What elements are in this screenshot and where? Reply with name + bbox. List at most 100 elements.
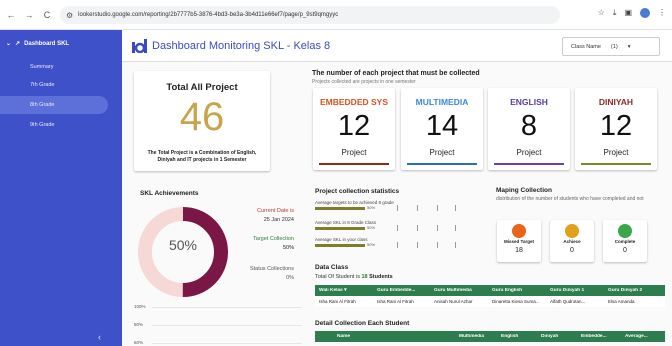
mapping-value: 18 <box>515 247 523 254</box>
gridline <box>152 325 302 326</box>
project-card: MULTIMEDIA 14 Project <box>401 88 483 170</box>
class-name-filter[interactable]: Class Name (1) ▾ <box>562 37 660 56</box>
data-class-subtitle: Total Of Student is 18 Students <box>315 274 393 280</box>
table-cell: Isha Rani Al Fitrah <box>319 299 356 304</box>
project-card: ENGLISH 8 Project <box>488 88 570 170</box>
projects-subtitle: Projects collected are projects in one s… <box>312 79 416 85</box>
project-label: Project <box>603 148 629 157</box>
reload-icon[interactable]: C <box>40 10 54 20</box>
column-header[interactable]: Guru Multimedia <box>430 288 488 293</box>
project-label: Project <box>341 148 367 157</box>
sidebar-header[interactable]: ⌄ ↗ Dashboard SKL <box>6 40 69 48</box>
target-label: Target Collection <box>253 236 294 242</box>
address-bar[interactable]: ⚙ lookerstudio.google.com/reporting/2b77… <box>60 6 560 24</box>
status-badge-icon <box>565 224 579 238</box>
table-header: Wali Kelas ▾ Guru Embedde... Guru Multimed… <box>315 285 665 296</box>
sidebar-item-summary[interactable]: Summary <box>0 58 108 76</box>
report-canvas: Dashboard Monitoring SKL - Kelas 8 Class… <box>122 30 672 346</box>
mapping-card: Missed Target 18 <box>497 220 541 262</box>
mapping-subtitle: distribution of the number of students w… <box>496 196 644 202</box>
menu-dots-icon[interactable]: ⋮ <box>658 8 666 18</box>
column-header[interactable]: English <box>497 334 537 339</box>
column-header[interactable]: Embedde... <box>577 334 621 339</box>
sidebar-item-label: 7th Grade <box>30 82 55 88</box>
column-header[interactable]: Guru Diniyah 1 <box>546 288 604 293</box>
detail-table: Name Multimedia English Diniyah Embedde... Av… <box>315 331 665 342</box>
bar-tick <box>455 205 456 211</box>
mapping-label: Achiece <box>563 239 581 244</box>
sidebar-item-label: Summary <box>30 64 54 70</box>
download-icon[interactable]: ⤓ <box>613 8 617 18</box>
project-label: Project <box>516 148 542 157</box>
bar-tick <box>455 242 456 248</box>
dashboard-logo-icon <box>132 39 147 53</box>
column-header[interactable]: Guru Diniyah 2 <box>604 288 665 293</box>
table-cell: Dinaretta Kiesa Suma... <box>492 299 540 304</box>
project-accent-bar <box>494 163 564 165</box>
column-header[interactable]: Diniyah <box>537 334 577 339</box>
total-description: The Total Project is a Combination of En… <box>147 150 257 163</box>
data-class-table: Wali Kelas ▾ Guru Embedde... Guru Multimed… <box>315 285 665 307</box>
bar-tick <box>417 225 418 231</box>
bookmark-star-icon[interactable]: ☆ <box>598 8 605 18</box>
stat-bar <box>315 207 365 210</box>
filter-value: (1) <box>610 43 618 50</box>
achievements-title: SKL Achievements <box>140 190 199 197</box>
bar-tick <box>397 225 398 231</box>
total-project-card: Total All Project 46 The Total Project i… <box>134 71 270 171</box>
table-cell: Isha Rani Al Fitrah <box>377 299 414 304</box>
target-value: 50% <box>282 245 294 251</box>
project-accent-bar <box>319 163 389 165</box>
column-header[interactable]: Name <box>315 334 455 339</box>
mapping-card: Achiece 0 <box>550 220 594 262</box>
profile-avatar[interactable] <box>640 8 650 18</box>
project-card: EMBEDDED SYS 12 Project <box>313 88 395 170</box>
y-tick: 100% <box>134 304 146 309</box>
column-header[interactable]: Wali Kelas ▾ <box>315 288 373 293</box>
mapping-label: Missed Target <box>504 239 534 244</box>
projects-title: The number of each project that must be … <box>312 70 480 77</box>
stat-percent: 50% <box>367 225 376 230</box>
bar-tick <box>437 225 438 231</box>
project-count: 12 <box>599 110 633 142</box>
achievement-percent: 50% <box>168 237 198 253</box>
stat-bar <box>315 227 365 230</box>
project-label: Project <box>429 148 455 157</box>
forward-icon[interactable]: → <box>22 10 36 20</box>
table-cell: Alfath Qudrotan... <box>550 299 586 304</box>
project-name: ENGLISH <box>510 97 548 107</box>
project-count: 8 <box>520 110 538 142</box>
browser-toolbar: ← → C ⚙ lookerstudio.google.com/reportin… <box>0 0 672 30</box>
report-header: Dashboard Monitoring SKL - Kelas 8 Class… <box>122 30 672 62</box>
status-label: Status Collections <box>249 266 294 272</box>
column-header[interactable]: Average... <box>621 334 665 339</box>
y-tick: 60% <box>134 340 144 345</box>
column-header[interactable]: Guru English <box>488 288 546 293</box>
table-cell: Anisah Nurul Azhar <box>434 299 473 304</box>
sidebar-collapse-button[interactable]: ‹ <box>98 332 101 342</box>
sidebar-item-9th-grade[interactable]: 9th Grade <box>0 116 108 134</box>
column-header[interactable]: Guru Embedde... <box>373 288 430 293</box>
sidebar-item-7th-grade[interactable]: 7th Grade <box>0 76 108 94</box>
project-name: EMBEDDED SYS <box>319 97 388 107</box>
bar-tick <box>437 242 438 248</box>
sidebar-item-8th-grade[interactable]: 8th Grade <box>0 96 108 114</box>
status-badge-icon <box>512 224 526 238</box>
subtitle-suffix: Students <box>369 274 393 280</box>
project-count: 14 <box>425 110 459 142</box>
stats-title: Project collection statistics <box>315 188 400 195</box>
mapping-title: Maping Collection <box>496 187 552 194</box>
site-settings-icon[interactable]: ⚙ <box>66 11 73 20</box>
extensions-icon[interactable]: ▣ <box>624 8 632 18</box>
table-header: Name Multimedia English Diniyah Embedde... Av… <box>315 331 665 342</box>
status-badge-icon <box>618 224 632 238</box>
back-icon[interactable]: ← <box>4 10 18 20</box>
bar-tick <box>417 242 418 248</box>
bar-tick <box>417 205 418 211</box>
total-title: Total All Project <box>166 82 238 93</box>
student-count: 18 <box>361 274 368 280</box>
column-header[interactable]: Multimedia <box>455 334 497 339</box>
table-cell: Elsa Amanda <box>608 299 635 304</box>
sidebar-item-label: 8th Grade <box>30 102 55 108</box>
mapping-card: Complete 0 <box>603 220 647 262</box>
